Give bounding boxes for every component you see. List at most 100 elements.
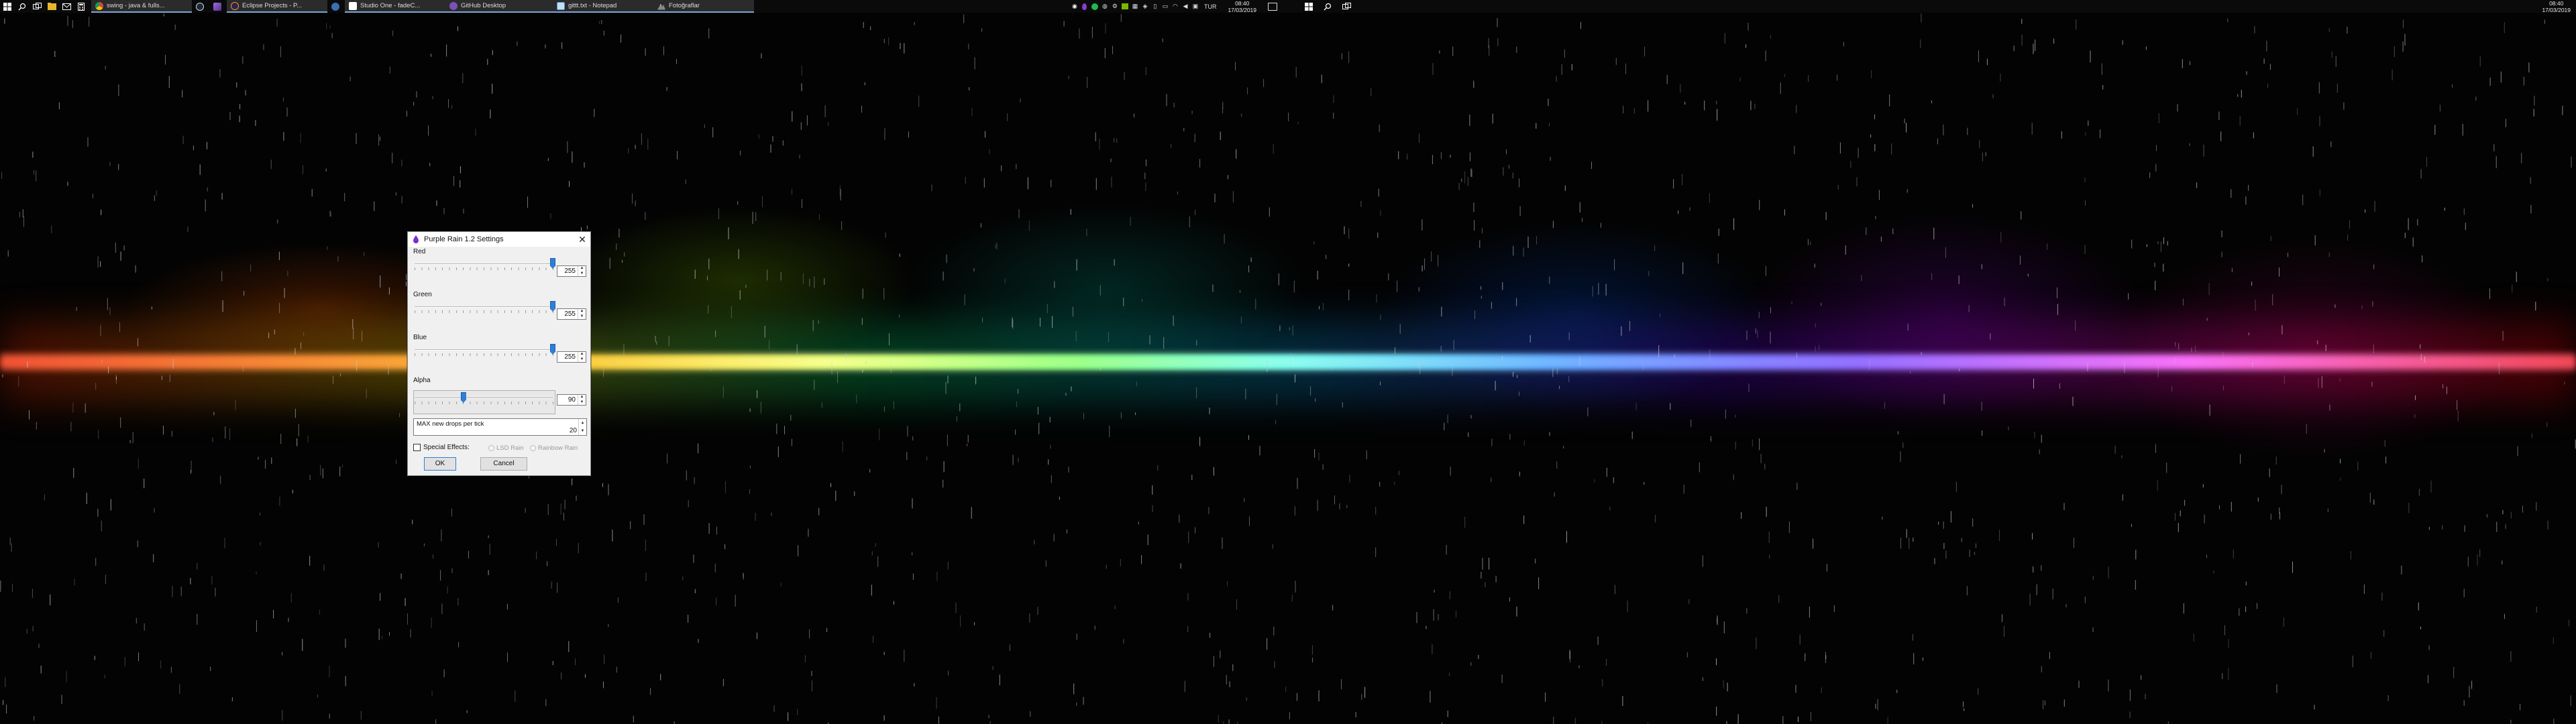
input-language[interactable]: TUR — [1201, 3, 1220, 10]
red-slider-track[interactable] — [415, 263, 553, 265]
alpha-spinner-arrows[interactable]: ▲ ▼ — [578, 395, 586, 405]
radio-icon[interactable] — [488, 445, 494, 451]
clock[interactable]: 08:40 17/03/2019 — [1221, 0, 1263, 13]
max-drops-value: 20 — [569, 427, 577, 434]
mail-icon[interactable] — [59, 0, 74, 13]
red-spinner-arrows[interactable]: ▲ ▼ — [578, 266, 586, 276]
dialog-titlebar[interactable]: Purple Rain 1.2 Settings ✕ — [408, 232, 590, 247]
max-drops-spinner[interactable]: MAX new drops per tick 20 ▲ ▼ — [413, 418, 587, 436]
nvidia-tray-icon[interactable] — [1121, 3, 1129, 11]
blue-spinner-arrows[interactable]: ▲ ▼ — [578, 352, 586, 362]
green-spinner-arrows[interactable]: ▲ ▼ — [578, 309, 586, 319]
purple-rain-tray-icon[interactable] — [1081, 3, 1089, 11]
steam-tray-icon[interactable]: ◍ — [1101, 3, 1109, 11]
action-center-icon[interactable] — [1268, 2, 1277, 11]
spotify-tray-icon[interactable] — [1091, 3, 1099, 11]
taskbar-left: swing - java & fulls... Eclipse Projects… — [0, 0, 1288, 13]
clock-date: 17/03/2019 — [2542, 6, 2571, 13]
file-explorer-icon[interactable] — [44, 0, 59, 13]
clock-time: 08:40 — [2549, 0, 2564, 7]
windows-logo-icon[interactable] — [1301, 0, 1316, 13]
display-tray-icon[interactable]: ▣ — [1191, 3, 1199, 11]
special-effects-checkbox[interactable]: Special Effects: — [413, 444, 470, 451]
red-slider-ticks — [415, 267, 554, 270]
app-icon — [331, 2, 339, 11]
settings-dialog: Purple Rain 1.2 Settings ✕ Red 255 ▲ ▼ Gr… — [407, 231, 591, 476]
alpha-slider-track[interactable] — [415, 398, 553, 399]
github-desktop-icon — [449, 1, 458, 10]
spinner-up-icon[interactable]: ▲ — [579, 419, 586, 427]
volume-icon[interactable]: ◀ — [1181, 3, 1189, 11]
red-spinner[interactable]: 255 ▲ ▼ — [557, 265, 586, 277]
shield-tray-icon[interactable]: ◈ — [1141, 3, 1149, 11]
dialog-title: Purple Rain 1.2 Settings — [424, 235, 504, 243]
checkbox-icon[interactable] — [413, 444, 421, 451]
max-drops-arrows[interactable]: ▲ ▼ — [578, 419, 586, 435]
spinner-down-icon[interactable]: ▼ — [579, 427, 586, 435]
cancel-button[interactable]: Cancel — [480, 457, 527, 471]
taskbar-app-photos[interactable]: Fotoğraflar — [653, 0, 754, 13]
task-view-icon[interactable] — [1339, 0, 1354, 13]
red-label: Red — [413, 248, 426, 255]
raindrop-icon — [413, 235, 419, 243]
taskbar-app-chrome[interactable]: swing - java & fulls... — [91, 0, 192, 13]
eclipse-icon — [231, 1, 239, 10]
lsd-rain-radio[interactable]: LSD Rain — [488, 444, 524, 452]
discord-tray-icon[interactable]: ◉ — [1071, 3, 1079, 11]
clock-time: 08:40 — [1235, 0, 1250, 7]
green-spinner[interactable]: 255 ▲ ▼ — [557, 308, 586, 320]
wifi-tray-icon[interactable]: ◠ — [1171, 3, 1179, 11]
blue-value: 255 — [564, 353, 576, 361]
settings-tray-icon[interactable]: ⚙ — [1111, 3, 1119, 11]
spinner-down-icon[interactable]: ▼ — [578, 314, 586, 320]
spinner-down-icon[interactable]: ▼ — [578, 400, 586, 406]
spinner-down-icon[interactable]: ▼ — [578, 272, 586, 277]
taskbar-app-studio-one[interactable]: Studio One - fadeC... — [345, 0, 445, 13]
blue-spinner[interactable]: 255 ▲ ▼ — [557, 351, 586, 363]
rainbow-rain-label: Rainbow Rain — [538, 444, 578, 452]
green-slider-track[interactable] — [415, 306, 553, 308]
calculator-icon[interactable] — [74, 0, 89, 13]
blue-slider-ticks — [415, 353, 554, 356]
search-icon[interactable] — [1320, 0, 1335, 13]
close-icon[interactable]: ✕ — [577, 234, 588, 245]
system-tray: ◉ ◍ ⚙ ▦ ◈ ▯ ▭ ◠ ◀ ▣ TUR 08:40 17/03/2019 — [1071, 0, 1288, 13]
clock-date: 17/03/2019 — [1228, 6, 1256, 13]
alpha-label: Alpha — [413, 377, 431, 384]
spinner-up-icon[interactable]: ▲ — [578, 309, 586, 314]
windows-logo-icon[interactable] — [0, 0, 15, 13]
spinner-up-icon[interactable]: ▲ — [578, 395, 586, 400]
network-tray-icon[interactable]: ▦ — [1131, 3, 1139, 11]
usb-tray-icon[interactable]: ▯ — [1151, 3, 1159, 11]
clock[interactable]: 08:40 17/03/2019 — [2535, 0, 2572, 13]
battery-tray-icon[interactable]: ▭ — [1161, 3, 1169, 11]
taskbar-app-steam[interactable] — [192, 0, 209, 13]
ok-button[interactable]: OK — [424, 457, 456, 471]
rainbow-rain-radio[interactable]: Rainbow Rain — [530, 444, 578, 452]
spinner-up-icon[interactable]: ▲ — [578, 352, 586, 357]
taskbar-app-eclipse[interactable]: Eclipse Projects - P... — [227, 0, 327, 13]
taskbar-app-visual-studio[interactable] — [209, 0, 227, 13]
blue-label: Blue — [413, 334, 427, 341]
spinner-up-icon[interactable]: ▲ — [578, 266, 586, 272]
taskbar-app-unknown[interactable] — [327, 0, 345, 13]
blue-slider-track[interactable] — [415, 349, 553, 351]
visual-studio-icon — [213, 2, 221, 11]
taskbar-app-label: swing - java & fulls... — [107, 2, 165, 9]
taskbar-app-github-desktop[interactable]: GitHub Desktop — [445, 0, 553, 13]
taskbar-app-label: Fotoğraflar — [669, 2, 700, 9]
max-drops-label: MAX new drops per tick — [417, 420, 484, 428]
search-icon[interactable] — [15, 0, 30, 13]
taskbar-app-label: Studio One - fadeC... — [360, 2, 421, 9]
steam-icon — [196, 2, 204, 11]
system-tray-secondary: 08:40 17/03/2019 — [2535, 0, 2576, 13]
task-view-icon[interactable] — [30, 0, 44, 13]
alpha-spinner[interactable]: 90 ▲ ▼ — [557, 394, 586, 406]
taskbar-app-label: Eclipse Projects - P... — [242, 2, 303, 9]
red-value: 255 — [564, 267, 576, 275]
green-slider-ticks — [415, 310, 554, 313]
radio-icon[interactable] — [530, 445, 536, 451]
spinner-down-icon[interactable]: ▼ — [578, 357, 586, 363]
taskbar-app-notepad[interactable]: gittt.txt - Notepad — [553, 0, 653, 13]
green-label: Green — [413, 291, 432, 298]
